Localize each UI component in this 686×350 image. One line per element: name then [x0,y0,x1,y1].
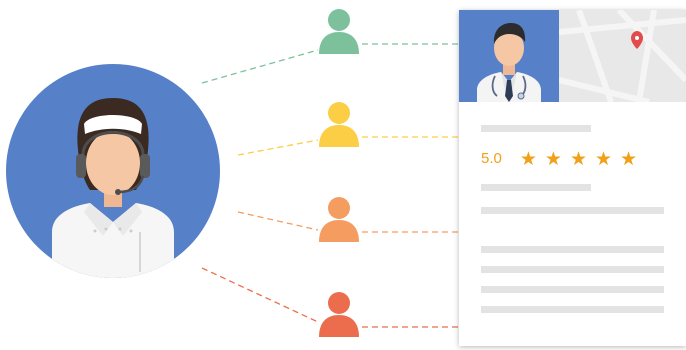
placeholder-line [481,184,591,191]
star-icon: ★ [544,148,562,170]
caller-1-person-icon [319,9,359,54]
doctor-with-stethoscope-icon [459,10,559,102]
connector-agent-caller-1 [201,49,319,84]
connector-agent-caller-4 [201,267,319,323]
placeholder-line [481,286,664,293]
caller-3-person-icon [319,197,359,242]
placeholder-line [481,306,664,313]
star-icon: ★ [620,148,638,170]
rating-row: 5.0 ★ ★ ★ ★ ★ [481,148,645,170]
connector-agent-caller-3 [237,211,319,231]
location-map [559,10,686,102]
map-graphic [559,10,686,102]
placeholder-line [481,246,664,253]
star-icon: ★ [519,148,537,170]
placeholder-line [481,125,591,132]
connector-agent-caller-2 [237,139,319,156]
star-icon: ★ [569,148,587,170]
rating-value: 5.0 [481,150,502,167]
placeholder-line [481,266,664,273]
star-icon: ★ [595,148,613,170]
placeholder-line [481,207,664,214]
doctor-profile-card[interactable]: 5.0 ★ ★ ★ ★ ★ [459,10,686,346]
doctor-photo [459,10,559,102]
call-center-agent-avatar [6,64,220,278]
caller-2-person-icon [319,102,359,147]
caller-4-person-icon [319,292,359,337]
